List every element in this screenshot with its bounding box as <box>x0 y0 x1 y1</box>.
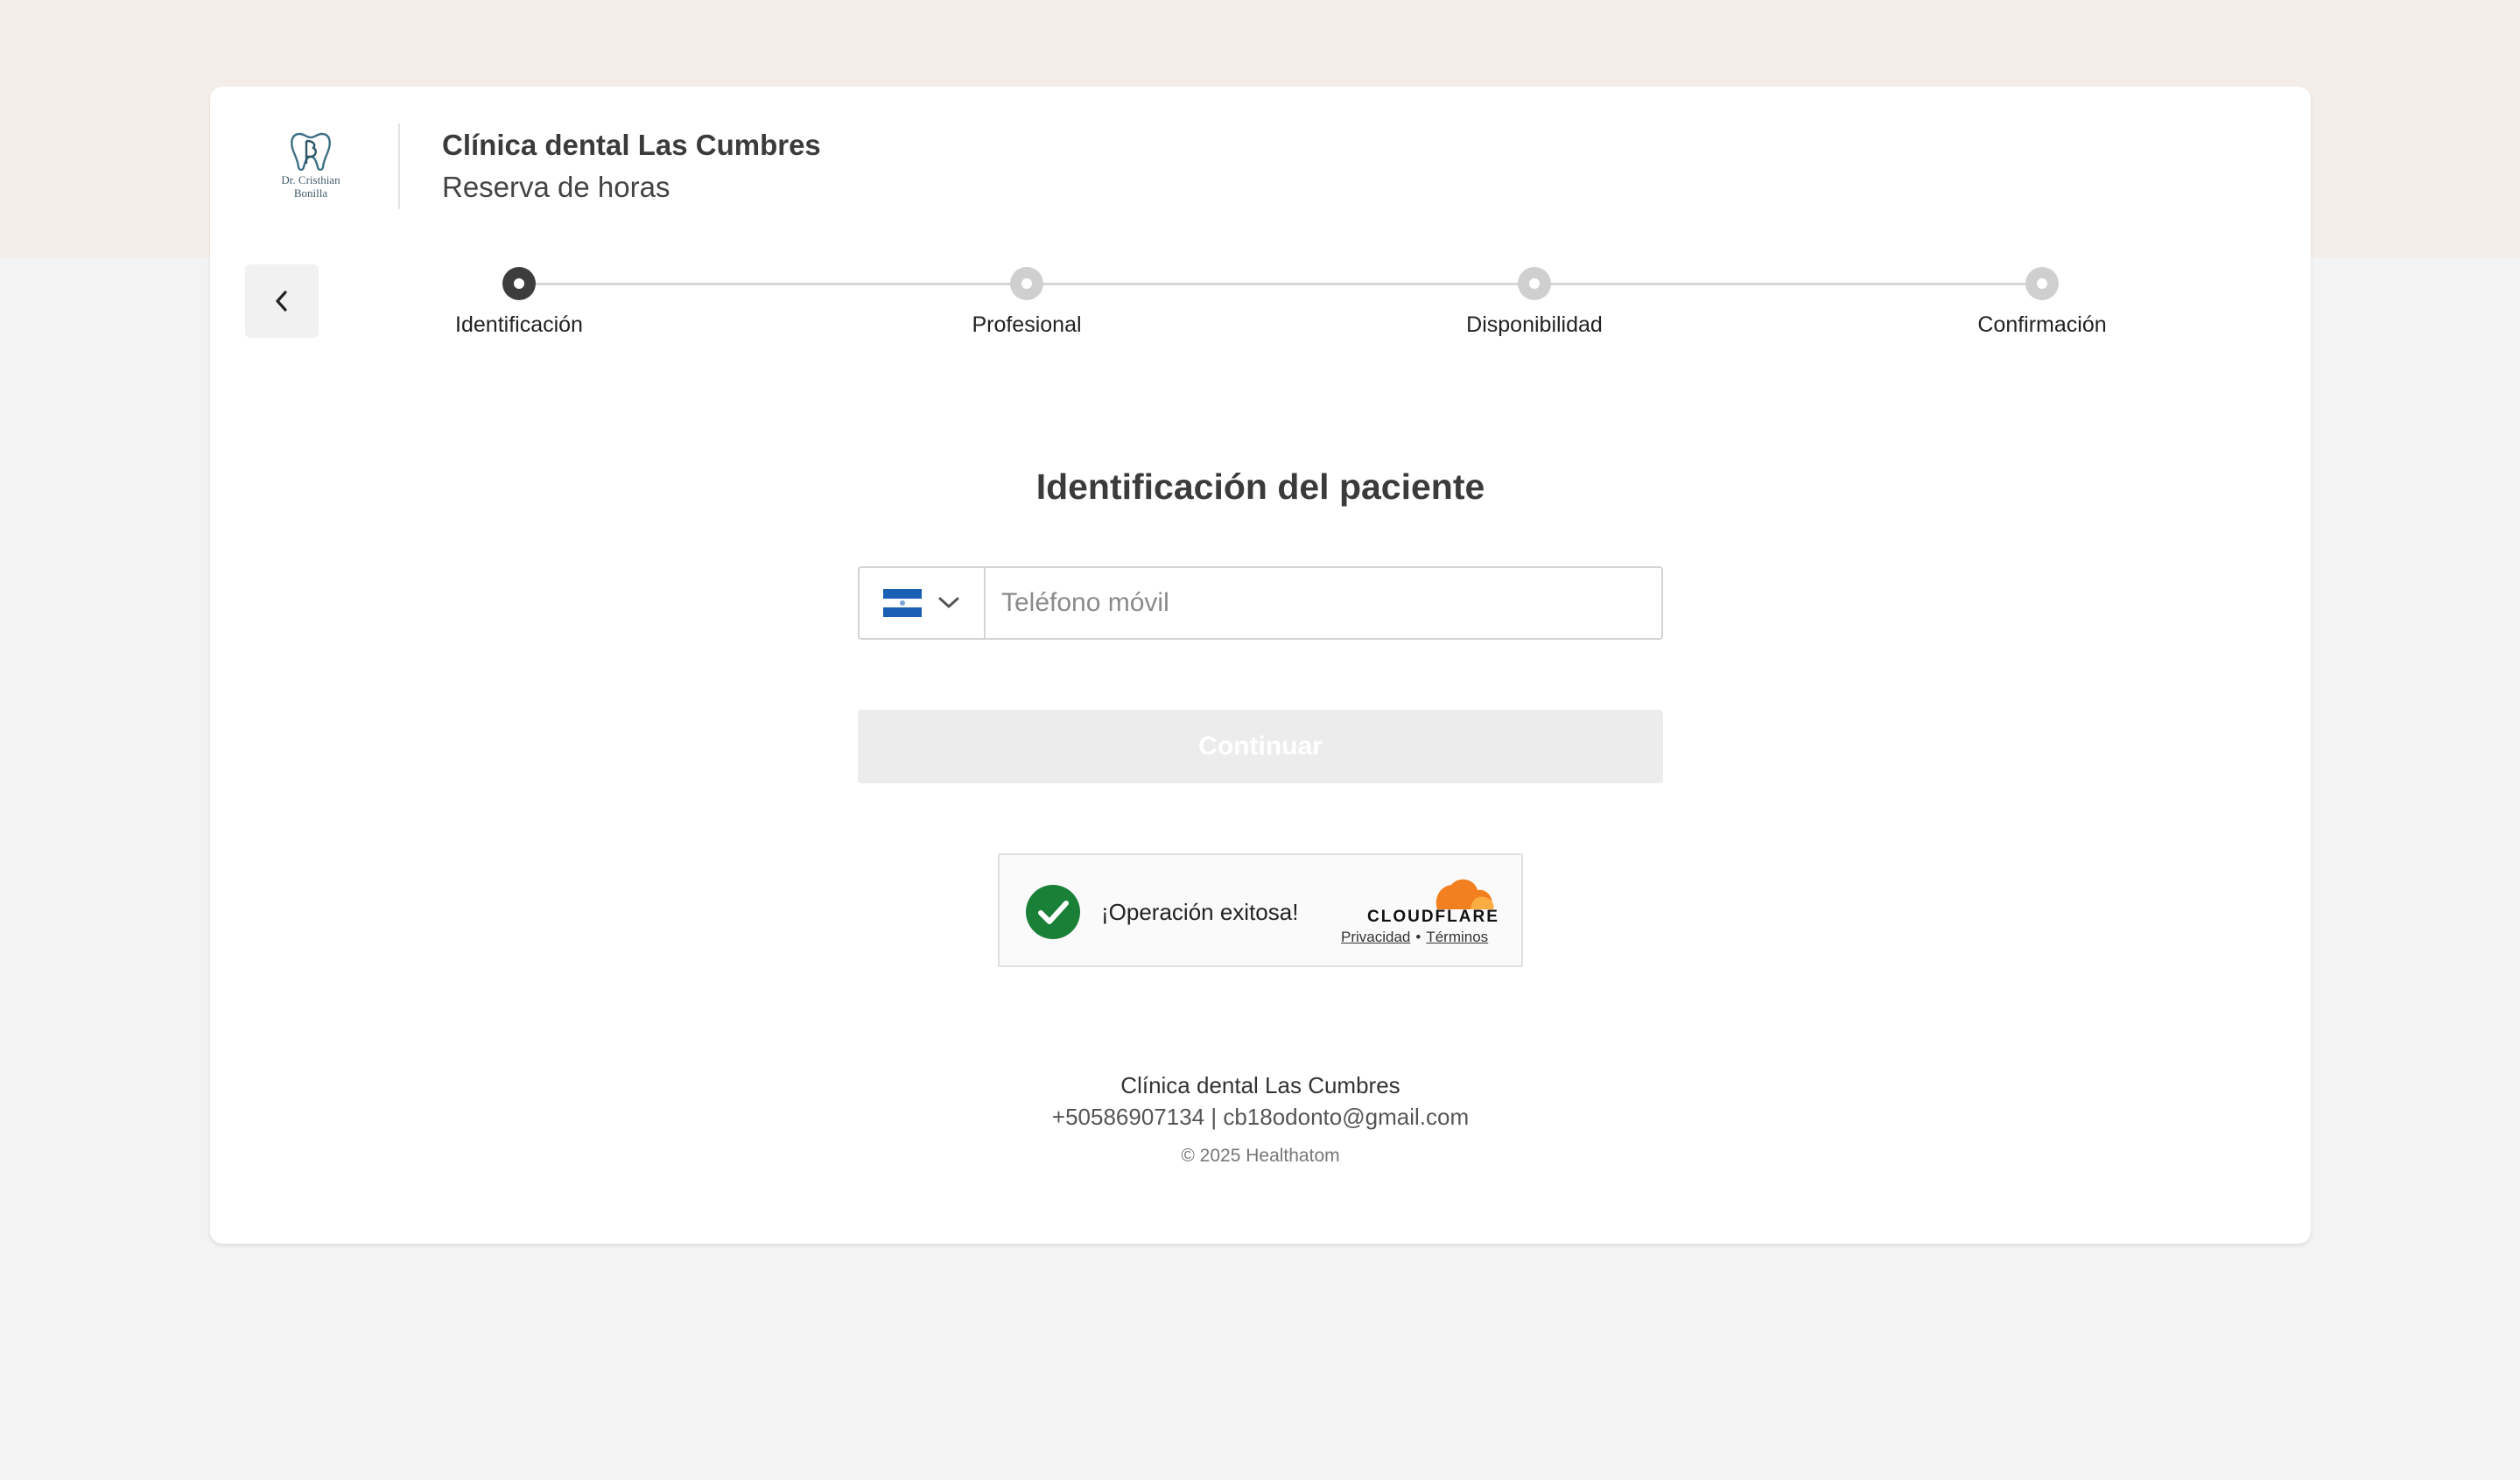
page-title: Identificación del paciente <box>1035 466 1485 507</box>
step-label-confirmacion: Confirmación <box>1977 312 2107 337</box>
step-label-identificacion: Identificación <box>455 312 583 337</box>
country-code-select[interactable] <box>860 568 986 638</box>
step-label-disponibilidad: Disponibilidad <box>1466 312 1603 337</box>
footer-copyright: © 2025 Healthatom <box>1181 1146 1340 1166</box>
header-divider <box>398 123 400 209</box>
back-button[interactable] <box>245 264 319 338</box>
step-dot-profesional <box>1010 267 1043 300</box>
step-dot-identificacion <box>502 267 536 300</box>
step-label-profesional: Profesional <box>972 312 1082 337</box>
tooth-logo-icon <box>291 132 331 172</box>
chevron-left-icon <box>276 291 287 312</box>
chevron-down-icon <box>938 597 959 608</box>
footer-contact: +50586907134 | cb18odonto@gmail.com <box>1051 1104 1470 1130</box>
step-connector <box>1027 283 1534 285</box>
success-check-icon <box>1026 885 1080 939</box>
clinic-name: Clínica dental Las Cumbres <box>442 129 821 161</box>
captcha-status: ¡Operación exitosa! <box>1101 899 1299 925</box>
footer-clinic-name: Clínica dental Las Cumbres <box>1120 1072 1400 1098</box>
step-dot-confirmacion <box>2025 267 2059 300</box>
captcha-links: Privacidad • Términos <box>1341 929 1488 946</box>
page-subtitle: Reserva de horas <box>442 171 670 203</box>
terms-link[interactable]: Términos <box>1426 929 1488 945</box>
privacy-link[interactable]: Privacidad <box>1341 929 1410 945</box>
logo-line-2: Bonilla <box>293 186 328 200</box>
phone-input[interactable] <box>986 568 1661 638</box>
booking-card: Dr. Cristhian Bonilla Clínica dental Las… <box>210 87 2311 1244</box>
link-separator: • <box>1415 929 1421 945</box>
nicaragua-flag-icon <box>883 589 922 618</box>
cloudflare-brand: CLOUDFLARE <box>1367 908 1499 926</box>
phone-field-group <box>858 566 1663 640</box>
step-dot-disponibilidad <box>1518 267 1551 300</box>
logo-line-1: Dr. Cristhian <box>281 173 340 186</box>
clinic-logo: Dr. Cristhian Bonilla <box>263 129 359 207</box>
captcha-widget: ¡Operación exitosa! CLOUDFLARE Privacida… <box>998 853 1523 967</box>
step-connector <box>519 283 1027 285</box>
step-connector <box>1534 283 2042 285</box>
continue-button[interactable]: Continuar <box>858 710 1663 783</box>
